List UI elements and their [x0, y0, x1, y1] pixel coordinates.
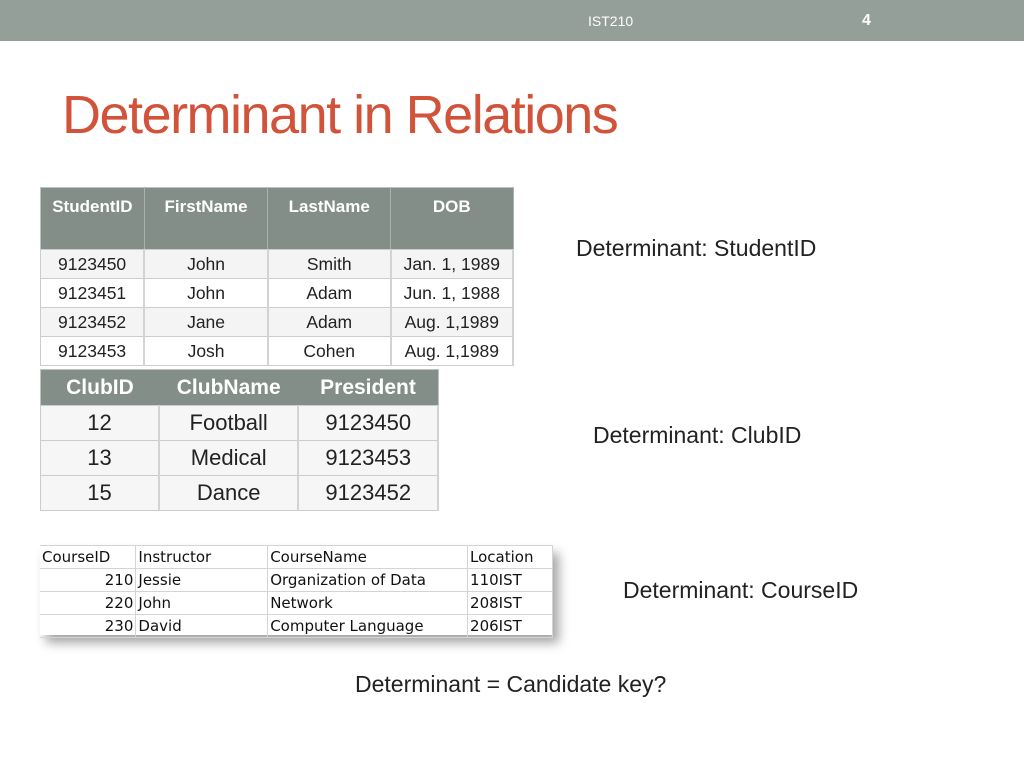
table-row: 9123452 Jane Adam Aug. 1,1989: [40, 307, 515, 337]
cell-courseid: 210: [40, 568, 137, 592]
cell-studentid: 9123451: [40, 278, 146, 308]
table-row: 12 Football 9123450: [39, 405, 439, 441]
cell-coursename: Network: [267, 591, 469, 615]
cell-location: 206IST: [467, 614, 553, 638]
courses-header-row: CourseID Instructor CourseName Location: [40, 545, 553, 569]
header-studentid: StudentID: [40, 187, 145, 250]
header-clubid: ClubID: [40, 369, 159, 406]
table-row: 9123453 Josh Cohen Aug. 1,1989: [40, 336, 515, 366]
header-president: President: [298, 369, 438, 406]
cell-courseid: 230: [40, 614, 137, 638]
cell-instructor: David: [135, 614, 269, 638]
determinant-studentid: Determinant: StudentID: [576, 235, 817, 261]
header-instructor: Instructor: [135, 545, 269, 569]
slide-title: Determinant in Relations: [62, 85, 619, 145]
students-table: StudentID FirstName LastName DOB 9123450…: [40, 187, 515, 366]
cell-lastname: Adam: [267, 307, 392, 337]
cell-president: 9123453: [297, 440, 439, 476]
cell-studentid: 9123453: [40, 336, 146, 366]
cell-clubid: 13: [39, 440, 160, 476]
header-courseid: CourseID: [40, 545, 137, 569]
header-lastname: LastName: [267, 187, 392, 250]
cell-coursename: Organization of Data: [267, 568, 469, 592]
cell-lastname: Adam: [267, 278, 392, 308]
courses-table: CourseID Instructor CourseName Location …: [40, 545, 553, 638]
table-row: 15 Dance 9123452: [39, 475, 439, 511]
cell-studentid: 9123452: [40, 307, 146, 337]
cell-clubid: 12: [39, 405, 160, 441]
cell-lastname: Cohen: [267, 336, 392, 366]
header-firstname: FirstName: [144, 187, 269, 250]
table-row: 220 John Network 208IST: [40, 591, 553, 615]
cell-instructor: John: [135, 591, 269, 615]
courses-table-image: CourseID Instructor CourseName Location …: [40, 545, 553, 638]
cell-lastname: Smith: [267, 249, 392, 279]
header-studentid-label: StudentID: [52, 197, 133, 216]
cell-dob: Jun. 1, 1988: [390, 278, 515, 308]
cell-clubid: 15: [39, 475, 160, 511]
cell-clubname: Medical: [158, 440, 300, 476]
header-location: Location: [467, 545, 553, 569]
page-number: 4: [862, 12, 871, 29]
cell-firstname: John: [143, 249, 269, 279]
cell-location: 110IST: [467, 568, 553, 592]
cell-clubname: Football: [158, 405, 300, 441]
header-bar: IST210 4: [0, 0, 1024, 41]
table-row: 210 Jessie Organization of Data 110IST: [40, 568, 553, 592]
cell-firstname: John: [143, 278, 269, 308]
table-row: 9123451 John Adam Jun. 1, 1988: [40, 278, 515, 308]
cell-dob: Jan. 1, 1989: [390, 249, 515, 279]
candidate-key-question: Determinant = Candidate key?: [355, 671, 667, 697]
clubs-table: ClubID ClubName President 12 Football 91…: [39, 369, 439, 511]
header-coursename: CourseName: [267, 545, 469, 569]
cell-firstname: Josh: [143, 336, 269, 366]
cell-studentid: 9123450: [40, 249, 146, 279]
cell-president: 9123452: [297, 475, 439, 511]
table-row: 13 Medical 9123453: [39, 440, 439, 476]
table-row: 230 David Computer Language 206IST: [40, 614, 553, 638]
cell-president: 9123450: [297, 405, 439, 441]
clubs-header-row: ClubID ClubName President: [40, 369, 438, 406]
cell-location: 208IST: [467, 591, 553, 615]
cell-firstname: Jane: [143, 307, 269, 337]
students-header-row: StudentID FirstName LastName DOB: [40, 187, 514, 250]
header-clubname: ClubName: [158, 369, 299, 406]
determinant-clubid: Determinant: ClubID: [593, 422, 802, 448]
cell-instructor: Jessie: [135, 568, 269, 592]
cell-dob: Aug. 1,1989: [390, 307, 515, 337]
table-row: 9123450 John Smith Jan. 1, 1989: [40, 249, 515, 279]
cell-courseid: 220: [40, 591, 137, 615]
determinant-courseid: Determinant: CourseID: [623, 577, 859, 603]
cell-coursename: Computer Language: [267, 614, 469, 638]
course-label: IST210: [588, 13, 634, 29]
cell-dob: Aug. 1,1989: [390, 336, 515, 366]
header-dob: DOB: [390, 187, 514, 250]
cell-clubname: Dance: [158, 475, 300, 511]
